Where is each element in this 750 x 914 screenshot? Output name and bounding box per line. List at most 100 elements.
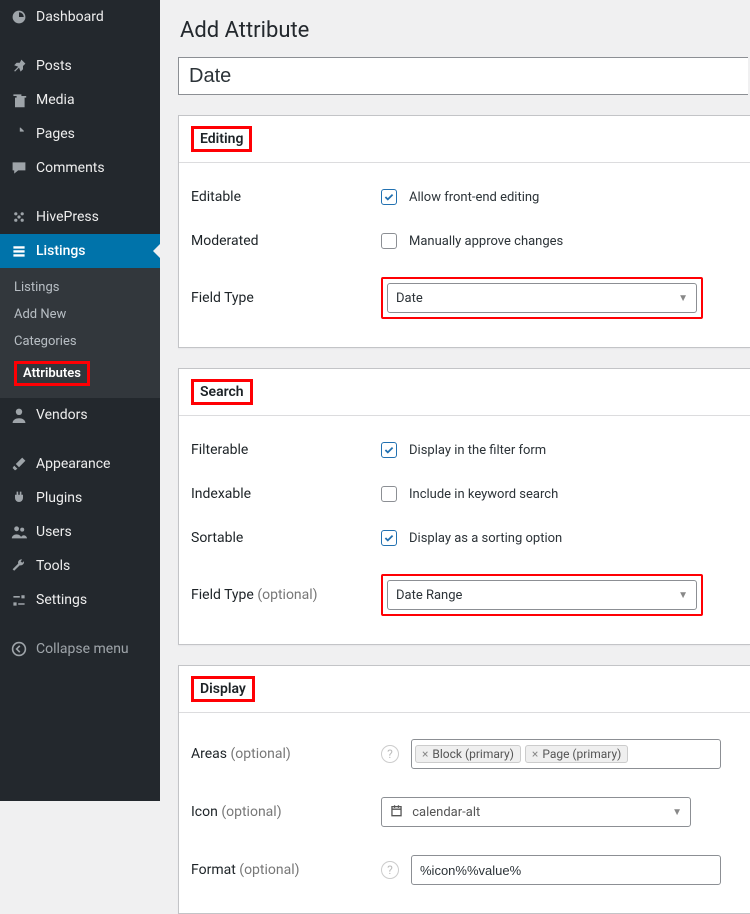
sidebar-sub-add-new[interactable]: Add New	[0, 301, 160, 328]
label-areas: Areas (optional)	[191, 746, 381, 762]
plug-icon	[10, 489, 28, 507]
highlight-editing-field-type: Date ▼	[381, 277, 703, 319]
user-icon	[10, 406, 28, 424]
sidebar-item-settings[interactable]: Settings	[0, 583, 160, 617]
highlight-display: Display	[191, 676, 255, 702]
sidebar-item-listings[interactable]: Listings	[0, 234, 160, 268]
format-input[interactable]	[411, 855, 721, 885]
hivepress-icon	[10, 208, 28, 226]
checkbox-filterable[interactable]	[381, 442, 397, 458]
label-icon: Icon (optional)	[191, 804, 381, 820]
section-heading-display: Display	[179, 666, 750, 713]
sidebar-sub-categories[interactable]: Categories	[0, 328, 160, 355]
wrench-icon	[10, 557, 28, 575]
sidebar-item-tools[interactable]: Tools	[0, 549, 160, 583]
highlight-attributes: Attributes	[14, 361, 90, 386]
sidebar-item-dashboard[interactable]: Dashboard	[0, 0, 160, 34]
select-search-field-type[interactable]: Date Range ▼	[387, 580, 697, 610]
areas-token-input[interactable]: × Block (primary) × Page (primary)	[411, 739, 721, 769]
sidebar-collapse[interactable]: Collapse menu	[0, 632, 160, 666]
checkbox-label-indexable: Include in keyword search	[409, 487, 558, 502]
checkbox-editable[interactable]	[381, 189, 397, 205]
section-display: Display Areas (optional) ? × Block (prim…	[178, 665, 750, 914]
sidebar-item-appearance[interactable]: Appearance	[0, 447, 160, 481]
checkbox-sortable[interactable]	[381, 530, 397, 546]
label-indexable: Indexable	[191, 486, 381, 502]
caret-down-icon: ▼	[678, 293, 688, 304]
sidebar-item-pages[interactable]: Pages	[0, 117, 160, 151]
section-editing: Editing Editable Allow front-end editing…	[178, 115, 750, 348]
sidebar-item-users[interactable]: Users	[0, 515, 160, 549]
sidebar-item-posts[interactable]: Posts	[0, 49, 160, 83]
select-icon[interactable]: calendar-alt ▼	[381, 797, 691, 827]
sidebar-item-label: Plugins	[36, 490, 82, 506]
select-value: Date	[396, 291, 423, 306]
sidebar-item-label: Comments	[36, 160, 105, 176]
caret-down-icon: ▼	[678, 590, 688, 601]
checkbox-indexable[interactable]	[381, 486, 397, 502]
highlight-editing: Editing	[191, 126, 252, 152]
pin-icon	[10, 57, 28, 75]
token-area[interactable]: × Page (primary)	[525, 745, 628, 763]
sidebar-sub-attributes[interactable]: Attributes	[0, 355, 160, 392]
comment-icon	[10, 159, 28, 177]
sidebar-item-label: Dashboard	[36, 9, 104, 25]
sidebar-item-label: Listings	[36, 243, 86, 259]
sidebar-item-label: Vendors	[36, 407, 88, 423]
checkbox-label-editable: Allow front-end editing	[409, 190, 539, 205]
page-title: Add Attribute	[180, 18, 750, 43]
sidebar-item-comments[interactable]: Comments	[0, 151, 160, 185]
caret-down-icon: ▼	[672, 807, 682, 818]
sidebar-item-label: Collapse menu	[36, 641, 129, 657]
label-search-field-type: Field Type (optional)	[191, 587, 381, 603]
sidebar-submenu-listings: Listings Add New Categories Attributes	[0, 268, 160, 398]
brush-icon	[10, 455, 28, 473]
select-value: Date Range	[396, 588, 462, 603]
label-sortable: Sortable	[191, 530, 381, 546]
sidebar-item-label: Posts	[36, 58, 72, 74]
highlight-search-field-type: Date Range ▼	[381, 574, 703, 616]
remove-token-icon[interactable]: ×	[422, 747, 428, 761]
sidebar-item-label: Users	[36, 524, 72, 540]
sidebar-item-plugins[interactable]: Plugins	[0, 481, 160, 515]
users-icon	[10, 523, 28, 541]
sidebar-item-label: Appearance	[36, 456, 110, 472]
select-editing-field-type[interactable]: Date ▼	[387, 283, 697, 313]
highlight-search: Search	[191, 379, 253, 405]
list-icon	[10, 242, 28, 260]
attribute-name-input[interactable]	[178, 57, 748, 95]
sidebar-item-media[interactable]: Media	[0, 83, 160, 117]
sidebar-item-hivepress[interactable]: HivePress	[0, 200, 160, 234]
token-area[interactable]: × Block (primary)	[415, 745, 521, 763]
sidebar-item-vendors[interactable]: Vendors	[0, 398, 160, 432]
section-heading-search: Search	[179, 369, 750, 416]
help-icon[interactable]: ?	[381, 861, 399, 879]
sidebar-item-label: Media	[36, 92, 75, 108]
admin-sidebar: Dashboard Posts Media Pages Comments Hiv…	[0, 0, 160, 801]
label-editable: Editable	[191, 189, 381, 205]
remove-token-icon[interactable]: ×	[532, 747, 538, 761]
section-search: Search Filterable Display in the filter …	[178, 368, 750, 645]
main-content: Add Attribute Editing Editable Allow fro…	[160, 0, 750, 914]
label-editing-field-type: Field Type	[191, 290, 381, 306]
help-icon[interactable]: ?	[381, 745, 399, 763]
checkbox-moderated[interactable]	[381, 233, 397, 249]
label-moderated: Moderated	[191, 233, 381, 249]
calendar-alt-icon	[390, 804, 403, 821]
checkbox-label-sortable: Display as a sorting option	[409, 531, 562, 546]
select-value: calendar-alt	[412, 804, 480, 819]
page-icon	[10, 125, 28, 143]
sidebar-item-label: Tools	[36, 558, 70, 574]
collapse-icon	[10, 640, 28, 658]
sidebar-item-label: HivePress	[36, 209, 99, 225]
sidebar-sub-listings[interactable]: Listings	[0, 274, 160, 301]
sliders-icon	[10, 591, 28, 609]
dashboard-icon	[10, 8, 28, 26]
sidebar-item-label: Pages	[36, 126, 75, 142]
checkbox-label-filterable: Display in the filter form	[409, 443, 546, 458]
media-icon	[10, 91, 28, 109]
checkbox-label-moderated: Manually approve changes	[409, 234, 563, 249]
label-format: Format (optional)	[191, 862, 381, 878]
sidebar-item-label: Settings	[36, 592, 87, 608]
section-heading-editing: Editing	[179, 116, 750, 163]
